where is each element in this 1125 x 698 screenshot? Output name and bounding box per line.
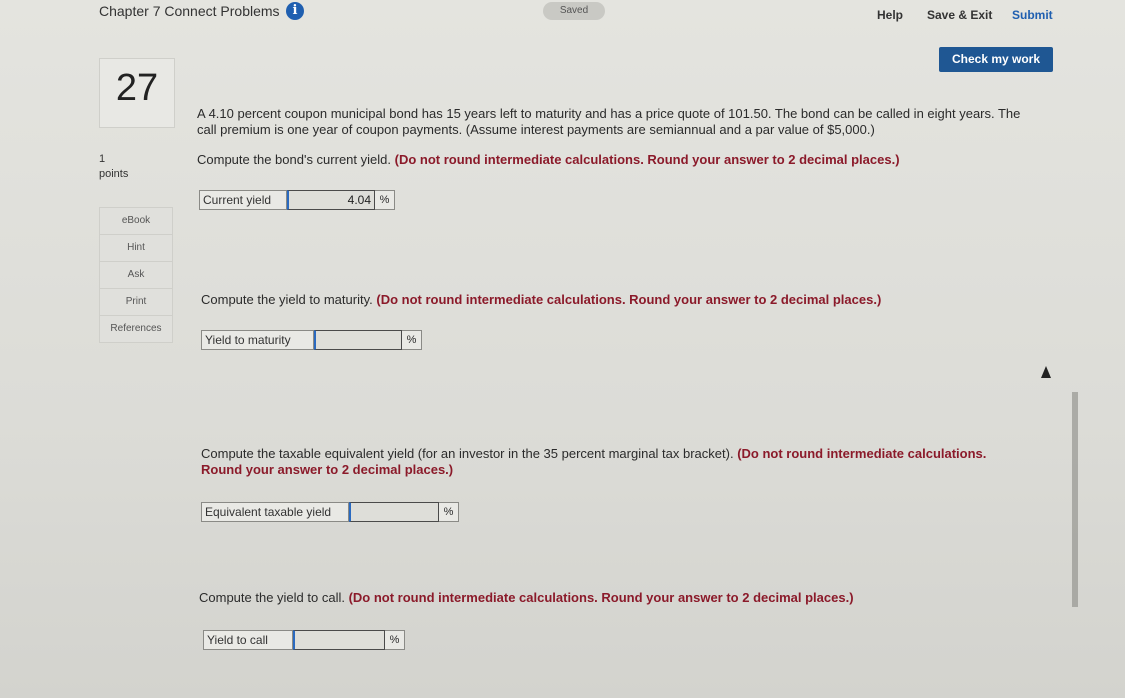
assignment-title: Chapter 7 Connect Problems <box>99 3 280 19</box>
check-my-work-button[interactable]: Check my work <box>939 47 1053 72</box>
part-3-prompt: Compute the taxable equivalent yield (fo… <box>201 446 734 461</box>
yield-to-call-unit: % <box>385 630 405 650</box>
yield-to-maturity-label: Yield to maturity <box>201 330 314 350</box>
yield-to-maturity-unit: % <box>402 330 422 350</box>
question-number-box: 27 <box>99 58 175 128</box>
current-yield-input[interactable]: 4.04 <box>287 190 375 210</box>
equivalent-taxable-yield-unit: % <box>439 502 459 522</box>
saved-status-badge: Saved <box>543 2 605 20</box>
part-2-question: Compute the yield to maturity. (Do not r… <box>201 292 1041 308</box>
current-yield-label: Current yield <box>199 190 287 210</box>
screen: Chapter 7 Connect Problems i Saved Help … <box>0 0 1125 698</box>
ebook-button[interactable]: eBook <box>100 208 172 235</box>
current-yield-row: Current yield 4.04 % <box>199 190 395 210</box>
yield-to-call-row: Yield to call % <box>203 630 405 650</box>
yield-to-call-input[interactable] <box>293 630 385 650</box>
current-yield-unit: % <box>375 190 395 210</box>
save-exit-link[interactable]: Save & Exit <box>927 8 992 22</box>
help-link[interactable]: Help <box>877 8 903 22</box>
ask-button[interactable]: Ask <box>100 262 172 289</box>
side-menu: eBook Hint Ask Print References <box>99 207 173 343</box>
part-1-question: Compute the bond's current yield. (Do no… <box>197 152 1037 168</box>
part-1-prompt: Compute the bond's current yield. <box>197 152 391 167</box>
hint-button[interactable]: Hint <box>100 235 172 262</box>
yield-to-maturity-row: Yield to maturity % <box>201 330 422 350</box>
equivalent-taxable-yield-row: Equivalent taxable yield % <box>201 502 459 522</box>
points-value: 1 <box>99 153 106 165</box>
yield-to-maturity-input[interactable] <box>314 330 402 350</box>
top-bar: Chapter 7 Connect Problems i Saved Help … <box>0 0 1125 28</box>
part-4-instruction: (Do not round intermediate calculations.… <box>348 590 854 605</box>
yield-to-call-label: Yield to call <box>203 630 293 650</box>
problem-statement: A 4.10 percent coupon municipal bond has… <box>197 106 1021 137</box>
equivalent-taxable-yield-label: Equivalent taxable yield <box>201 502 349 522</box>
question-number: 27 <box>115 67 159 109</box>
part-4-prompt: Compute the yield to call. <box>199 590 345 605</box>
points-label: points <box>99 168 129 180</box>
part-3-question: Compute the taxable equivalent yield (fo… <box>201 446 1001 478</box>
screen-edge <box>1072 392 1078 607</box>
part-4-question: Compute the yield to call. (Do not round… <box>199 590 1039 606</box>
part-2-instruction: (Do not round intermediate calculations.… <box>376 292 882 307</box>
part-2-prompt: Compute the yield to maturity. <box>201 292 373 307</box>
print-button[interactable]: Print <box>100 289 172 316</box>
mouse-pointer-icon <box>1041 366 1051 378</box>
references-button[interactable]: References <box>100 316 172 342</box>
equivalent-taxable-yield-input[interactable] <box>349 502 439 522</box>
info-icon[interactable]: i <box>286 2 304 20</box>
submit-link[interactable]: Submit <box>1012 8 1053 22</box>
part-1-instruction: (Do not round intermediate calculations.… <box>394 152 900 167</box>
